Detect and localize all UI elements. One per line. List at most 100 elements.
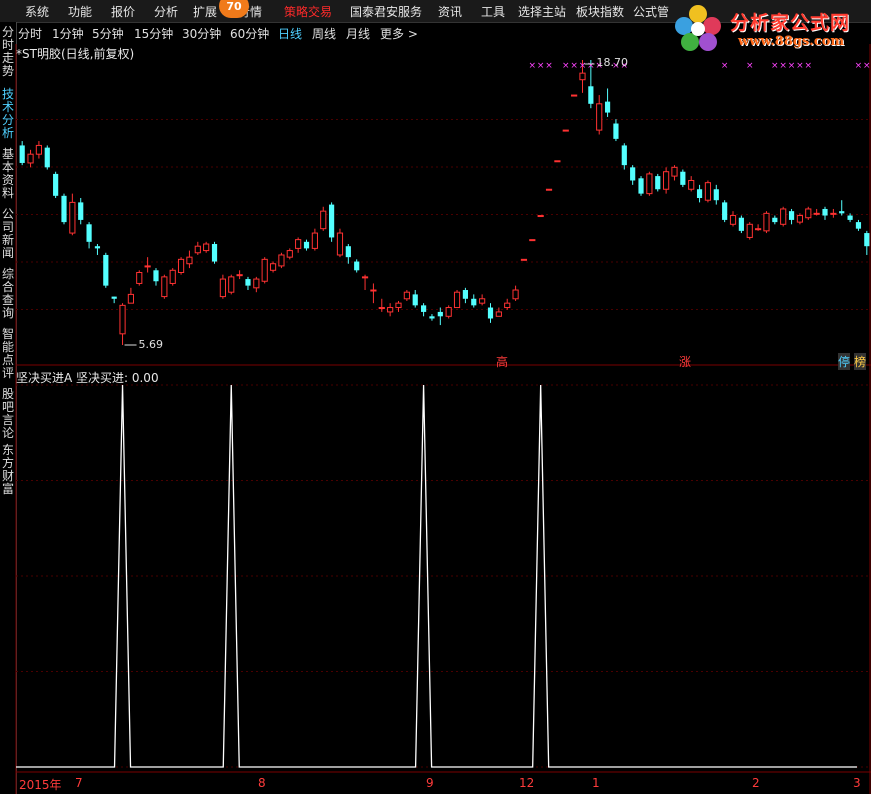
date-label-feb: 2 xyxy=(752,776,760,790)
candle-body xyxy=(462,290,468,299)
candle-body xyxy=(329,204,335,238)
cross-marker: × xyxy=(855,61,863,71)
candle-body xyxy=(421,305,427,312)
date-label-year: 2015年 xyxy=(19,778,62,792)
candle-body xyxy=(278,254,285,267)
candle-body xyxy=(554,160,561,163)
candle-body xyxy=(729,215,737,225)
candle-body xyxy=(194,245,201,254)
candle-body xyxy=(336,232,344,256)
candle-body xyxy=(663,171,670,190)
date-label-jul: 7 xyxy=(75,776,83,790)
cross-marker: × xyxy=(529,61,537,71)
low-price-label: 5.69 xyxy=(138,338,164,351)
candle-body xyxy=(228,276,235,293)
candle-body xyxy=(855,222,862,229)
candle-body xyxy=(311,232,318,249)
candle-body xyxy=(245,279,251,286)
candle-body xyxy=(78,202,84,220)
candle-body xyxy=(621,145,627,166)
candle-body xyxy=(520,258,528,261)
candle-body xyxy=(830,212,837,215)
high-price-label: 18.70 xyxy=(596,56,628,69)
cross-marker: × xyxy=(796,61,804,71)
candle-body xyxy=(429,316,435,319)
candle-body xyxy=(412,294,418,306)
candle-body xyxy=(704,182,712,201)
candle-body xyxy=(161,276,168,298)
candle-body xyxy=(320,210,327,230)
candle-body xyxy=(680,171,686,185)
candle-body xyxy=(763,212,770,232)
candle-body xyxy=(479,298,486,304)
candle-body xyxy=(813,212,820,215)
candle-body xyxy=(136,271,143,284)
date-label-sep: 9 xyxy=(426,776,434,790)
candle-body xyxy=(61,195,67,223)
candle-body xyxy=(571,94,578,97)
candle-body xyxy=(370,289,377,292)
candle-body xyxy=(688,179,695,190)
kline-chart[interactable]: × × × × × × × × × × × × × × × × × × × xyxy=(0,0,871,794)
cross-marker: × xyxy=(805,61,813,71)
candle-body xyxy=(796,215,804,223)
candle-body xyxy=(487,307,494,319)
candle-body xyxy=(378,307,385,310)
candle-body xyxy=(295,239,302,249)
cross-marker: × xyxy=(721,61,729,71)
candle-body xyxy=(127,293,134,304)
candle-body xyxy=(437,311,443,317)
candle-body xyxy=(403,291,410,300)
candle-body xyxy=(236,274,243,277)
candle-body xyxy=(847,215,853,220)
candle-body xyxy=(604,101,611,113)
candle-body xyxy=(805,208,812,219)
candle-body xyxy=(111,296,117,299)
cross-marker: × xyxy=(771,61,779,71)
cross-marker: × xyxy=(746,61,754,71)
candle-body xyxy=(788,211,795,220)
candle-body xyxy=(361,276,369,279)
cross-marker: × xyxy=(788,61,796,71)
cross-marker: × xyxy=(779,61,787,71)
candle-body xyxy=(780,208,787,225)
candle-body xyxy=(253,278,260,289)
candle-body xyxy=(822,208,828,216)
candle-body xyxy=(169,269,176,284)
candle-body xyxy=(839,211,845,214)
candle-body xyxy=(738,217,744,231)
candle-body xyxy=(630,167,636,181)
candle-body xyxy=(44,147,50,168)
candle-body xyxy=(303,241,310,249)
candle-body xyxy=(655,176,661,190)
candle-body xyxy=(588,86,594,104)
candle-body xyxy=(53,173,59,196)
candle-body xyxy=(471,298,477,306)
candle-body xyxy=(772,217,778,223)
cross-marker: × xyxy=(863,61,871,71)
candle-body xyxy=(387,307,394,313)
candle-body xyxy=(219,278,226,298)
candle-body xyxy=(35,144,42,155)
candle-body xyxy=(495,311,502,317)
candle-body xyxy=(579,72,586,81)
candle-body xyxy=(69,201,76,234)
candle-body xyxy=(713,189,719,201)
candle-body xyxy=(613,123,619,139)
candle-body xyxy=(722,202,728,220)
date-label-aug: 8 xyxy=(258,776,266,790)
cross-marker: × xyxy=(545,61,553,71)
candle-body xyxy=(286,250,293,258)
candle-body xyxy=(696,189,703,199)
candle-body xyxy=(103,254,109,286)
candle-body xyxy=(453,291,461,309)
candle-body xyxy=(562,129,569,132)
cross-marker: × xyxy=(537,61,545,71)
candle-body xyxy=(153,270,159,282)
candle-body xyxy=(504,302,511,309)
candle-body xyxy=(345,246,351,258)
candle-body xyxy=(144,265,151,268)
date-label-jan: 1 xyxy=(592,776,600,790)
cross-marker: × xyxy=(562,61,570,71)
date-label-dec: 12 xyxy=(519,776,535,790)
